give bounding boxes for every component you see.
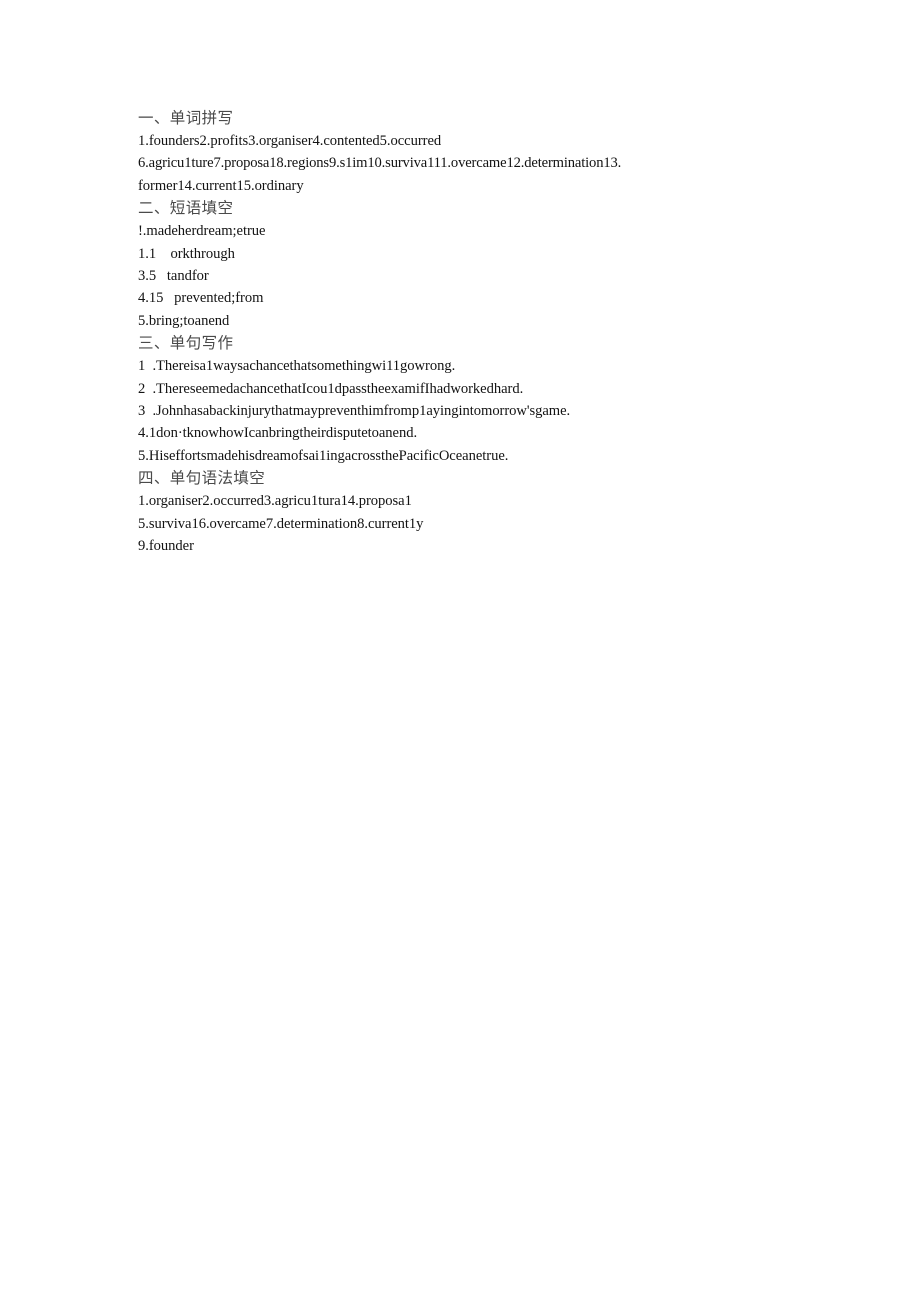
section-heading-word-spelling: 一、单词拼写: [138, 110, 234, 127]
section-phrase-filling: 二、短语填空 !.madeherdream;etrue 1.1 orkthrou…: [138, 197, 738, 332]
answer-line: 1 .Thereisa1waysachancethatsomethingwi11…: [138, 358, 456, 375]
section-sentence-writing: 三、单句写作 1 .Thereisa1waysachancethatsometh…: [138, 332, 738, 467]
document-page: 一、单词拼写 1.founders2.profits3.organiser4.c…: [0, 0, 920, 1301]
answer-line: 1.1 orkthrough: [138, 245, 235, 262]
section-heading-phrase-filling: 二、短语填空: [138, 200, 234, 218]
section-heading-sentence-writing: 三、单句写作: [138, 335, 234, 353]
answer-line: former14.current15.ordinary: [138, 177, 304, 194]
section-grammar-filling: 四、单句语法填空 1.organiser2.occurred3.agricu1t…: [138, 467, 738, 557]
section-word-spelling: 一、单词拼写 1.founders2.profits3.organiser4.c…: [138, 107, 738, 197]
answer-line: 5.Hiseffortsmadehisdreamofsai1ingacrosst…: [138, 447, 509, 464]
answer-line: 5.bring;toanend: [138, 312, 230, 329]
section-heading-grammar-filling: 四、单句语法填空: [138, 470, 266, 488]
answer-line: 1.founders2.profits3.organiser4.contente…: [138, 133, 442, 149]
answer-line: 4.1don·tknowhowIcanbringtheirdisputetoan…: [138, 425, 418, 442]
answer-line: 3 .Johnhasabackinjurythatmaypreventhimfr…: [138, 403, 571, 420]
answer-line: 4.15 prevented;from: [138, 290, 264, 307]
document-body: 一、单词拼写 1.founders2.profits3.organiser4.c…: [138, 107, 738, 558]
answer-line: 5.surviva16.overcame7.determination8.cur…: [138, 515, 424, 532]
answer-line: 1.organiser2.occurred3.agricu1tura14.pro…: [138, 493, 412, 510]
answer-line: !.madeherdream;etrue: [138, 223, 266, 240]
answer-line: 2 .ThereseemedachancethatIcou1dpasstheex…: [138, 380, 524, 397]
answer-line: 9.founder: [138, 538, 194, 555]
answer-line: 6.agricu1ture7.proposa18.regions9.s1im10…: [138, 155, 622, 172]
answer-line: 3.5 tandfor: [138, 268, 209, 285]
